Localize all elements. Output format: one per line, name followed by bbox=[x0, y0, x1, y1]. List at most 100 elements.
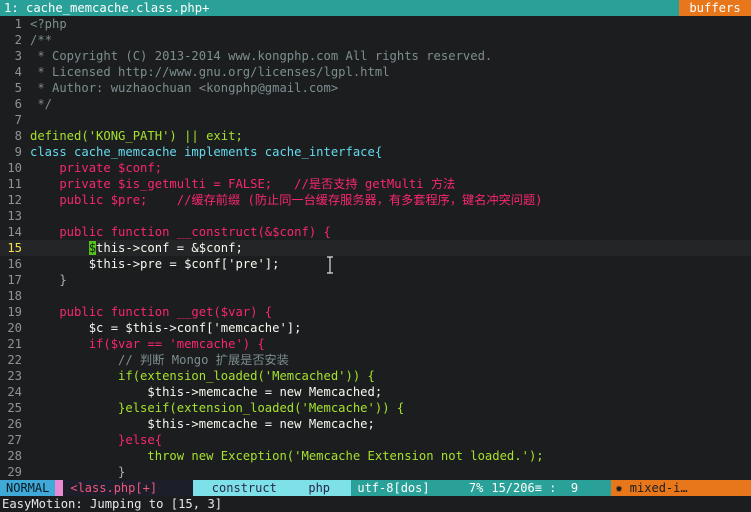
code-line[interactable]: 18 bbox=[0, 288, 751, 304]
line-number: 24 bbox=[7, 385, 22, 399]
line-number: 9 bbox=[14, 145, 22, 159]
line-number: 29 bbox=[7, 465, 22, 479]
line-number: 5 bbox=[14, 81, 22, 95]
mode-separator bbox=[55, 480, 64, 496]
code-line[interactable]: 28 throw new Exception('Memcache Extensi… bbox=[0, 448, 751, 464]
code-line[interactable]: 26 $this->memcache = new Memcache; bbox=[0, 416, 751, 432]
mode-indicator: NORMAL bbox=[0, 480, 56, 496]
code-line[interactable]: 13 bbox=[0, 208, 751, 224]
line-number: 28 bbox=[7, 449, 22, 463]
code-line[interactable]: 1 <?php bbox=[0, 16, 751, 32]
status-filetype: php bbox=[305, 480, 352, 496]
line-number: 8 bbox=[14, 129, 22, 143]
code-text: } bbox=[30, 273, 67, 287]
code-text: public function __get($var) { bbox=[30, 305, 273, 319]
code-text: $c = $this->conf['memcache']; bbox=[30, 321, 302, 335]
line-number: 19 bbox=[7, 305, 22, 319]
text-cursor-ibeam-icon bbox=[327, 256, 333, 274]
code-text: defined('KONG_PATH') || exit; bbox=[30, 129, 243, 143]
code-line[interactable]: 22 // 判断 Mongo 扩展是否安装 bbox=[0, 352, 751, 368]
line-number: 27 bbox=[7, 433, 22, 447]
code-line[interactable]: 3 * Copyright (C) 2013-2014 www.kongphp.… bbox=[0, 48, 751, 64]
code-line[interactable]: 5 * Author: wuzhaochuan <kongphp@gmail.c… bbox=[0, 80, 751, 96]
code-text: <?php bbox=[30, 17, 67, 31]
code-text: private $is_getmulti = FALSE; //是否支持 get… bbox=[30, 177, 456, 191]
line-number: 25 bbox=[7, 401, 22, 415]
code-text: throw new Exception('Memcache Extension … bbox=[30, 449, 544, 463]
statusline: NORMAL <lass.php[+] construct php utf-8[… bbox=[0, 480, 751, 496]
tab-cache-memcache[interactable]: 1: cache_memcache.class.php+ bbox=[0, 0, 214, 16]
code-line[interactable]: 21 if($var == 'memcache') { bbox=[0, 336, 751, 352]
editor-area[interactable]: 1 <?php 2 /** 3 * Copyright (C) 2013-2014 … bbox=[0, 16, 751, 480]
code-text: public $pre; //缓存前缀 (防止同一台缓存服务器，有多套程序，键名… bbox=[30, 193, 543, 207]
status-warning: ✹ mixed-i… bbox=[611, 480, 751, 496]
code-text: $this->memcache = new Memcache; bbox=[30, 417, 375, 431]
code-line[interactable]: 16 $this->pre = $conf['pre']; bbox=[0, 256, 751, 272]
command-line[interactable]: EasyMotion: Jumping to [15, 3] bbox=[0, 496, 751, 512]
code-text: $this->memcache = new Memcached; bbox=[30, 385, 383, 399]
code-line[interactable]: 8 defined('KONG_PATH') || exit; bbox=[0, 128, 751, 144]
code-text: /** bbox=[30, 33, 53, 47]
line-number: 21 bbox=[7, 337, 22, 351]
line-number: 6 bbox=[14, 97, 22, 111]
code-line[interactable]: 7 bbox=[0, 112, 751, 128]
code-text: * Author: wuzhaochuan <kongphp@gmail.com… bbox=[30, 81, 339, 95]
line-number: 2 bbox=[14, 33, 22, 47]
code-text: if($var == 'memcache') { bbox=[30, 337, 265, 351]
line-number: 16 bbox=[7, 257, 22, 271]
code-line[interactable]: 11 private $is_getmulti = FALSE; //是否支持 … bbox=[0, 176, 751, 192]
code-line-current[interactable]: 15 $this->conf = &$conf; bbox=[0, 240, 751, 256]
line-number: 26 bbox=[7, 417, 22, 431]
code-text: $this->conf = &$conf; bbox=[88, 241, 243, 255]
line-number: 15 bbox=[7, 241, 22, 255]
editor-cursor: $ bbox=[88, 241, 97, 255]
code-text: */ bbox=[30, 97, 53, 111]
line-number: 4 bbox=[14, 65, 22, 79]
status-position: 15/206≡ : 9 bbox=[487, 480, 612, 496]
line-number: 7 bbox=[14, 113, 22, 127]
code-text: if(extension_loaded('Memcached')) { bbox=[30, 369, 375, 383]
line-number: 22 bbox=[7, 353, 22, 367]
code-line[interactable]: 19 public function __get($var) { bbox=[0, 304, 751, 320]
line-number: 18 bbox=[7, 289, 22, 303]
code-line[interactable]: 20 $c = $this->conf['memcache']; bbox=[0, 320, 751, 336]
line-number: 12 bbox=[7, 193, 22, 207]
code-text: class cache_memcache implements cache_in… bbox=[30, 145, 383, 159]
tabline: 1: cache_memcache.class.php+ buffers bbox=[0, 0, 751, 16]
code-text: } bbox=[30, 465, 126, 479]
code-line[interactable]: 17 } bbox=[0, 272, 751, 288]
code-text: }elseif(extension_loaded('Memcache')) { bbox=[30, 401, 405, 415]
code-line[interactable]: 25 }elseif(extension_loaded('Memcache'))… bbox=[0, 400, 751, 416]
code-text: $this->pre = $conf['pre']; bbox=[30, 257, 280, 271]
code-text: * Licensed http://www.gnu.org/licenses/l… bbox=[30, 65, 390, 79]
code-line[interactable]: 12 public $pre; //缓存前缀 (防止同一台缓存服务器，有多套程序… bbox=[0, 192, 751, 208]
line-number: 20 bbox=[7, 321, 22, 335]
line-number: 11 bbox=[7, 177, 22, 191]
code-line[interactable]: 6 */ bbox=[0, 96, 751, 112]
line-number: 3 bbox=[14, 49, 22, 63]
code-line[interactable]: 2 /** bbox=[0, 32, 751, 48]
code-line[interactable]: 9 class cache_memcache implements cache_i… bbox=[0, 144, 751, 160]
line-number: 17 bbox=[7, 273, 22, 287]
line-number: 14 bbox=[7, 225, 22, 239]
code-line[interactable]: 27 }else{ bbox=[0, 432, 751, 448]
code-text: // 判断 Mongo 扩展是否安装 bbox=[30, 353, 289, 367]
code-line[interactable]: 10 private $conf; bbox=[0, 160, 751, 176]
code-line[interactable]: 14 public function __construct(&$conf) { bbox=[0, 224, 751, 240]
line-number: 13 bbox=[7, 209, 22, 223]
status-filename: <lass.php[+] bbox=[63, 480, 194, 496]
code-line[interactable]: 24 $this->memcache = new Memcached; bbox=[0, 384, 751, 400]
code-line[interactable]: 4 * Licensed http://www.gnu.org/licenses… bbox=[0, 64, 751, 80]
code-line[interactable]: 29 } bbox=[0, 464, 751, 480]
code-text: }else{ bbox=[30, 433, 163, 447]
status-encoding: utf-8[dos] bbox=[351, 480, 452, 496]
status-percent: 7% bbox=[451, 480, 488, 496]
code-line[interactable]: 23 if(extension_loaded('Memcached')) { bbox=[0, 368, 751, 384]
line-number: 1 bbox=[14, 17, 22, 31]
code-text: public function __construct(&$conf) { bbox=[30, 225, 331, 239]
code-text: * Copyright (C) 2013-2014 www.kongphp.co… bbox=[30, 49, 493, 63]
status-function: construct bbox=[193, 480, 306, 496]
line-number: 10 bbox=[7, 161, 22, 175]
buffers-label[interactable]: buffers bbox=[679, 0, 751, 16]
line-number: 23 bbox=[7, 369, 22, 383]
